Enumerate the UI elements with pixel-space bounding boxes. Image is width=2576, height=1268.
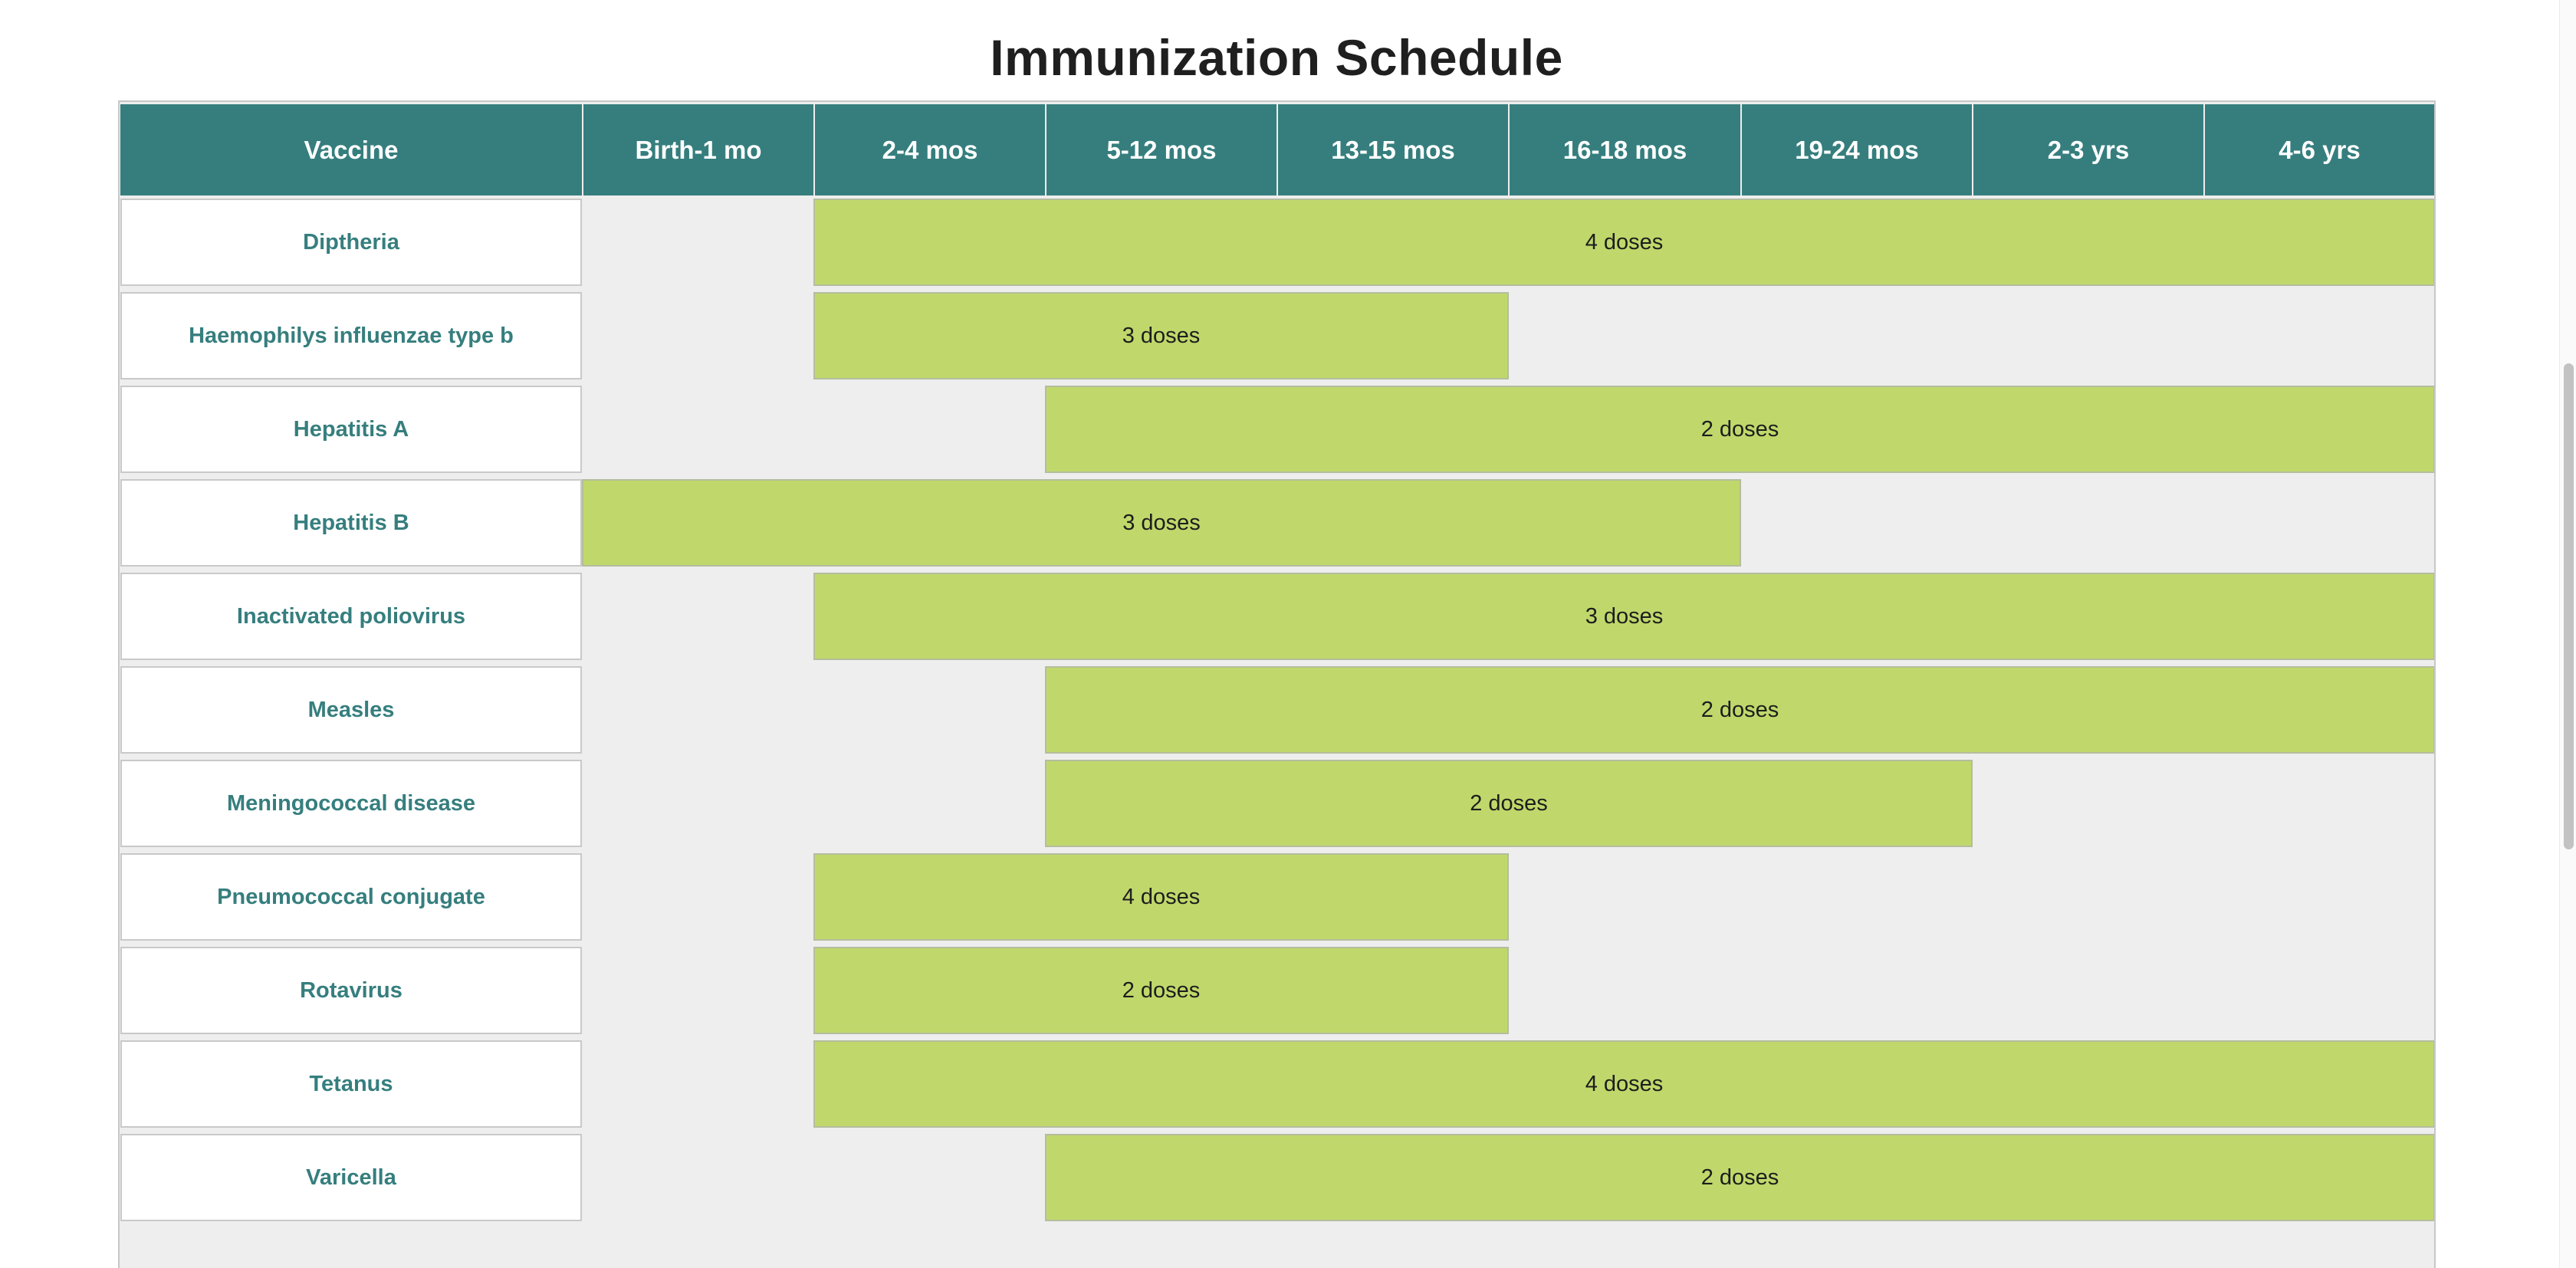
vaccine-name-cell: Pneumococcal conjugate	[120, 853, 582, 941]
dose-bar: 2 doses	[1045, 1134, 2434, 1221]
vaccine-name-cell: Meningococcal disease	[120, 760, 582, 847]
dose-bar: 2 doses	[1045, 666, 2434, 754]
dose-bar: 3 doses	[813, 573, 2434, 660]
immunization-schedule-grid: Vaccine Birth-1 mo 2-4 mos 5-12 mos 13-15 mo…	[118, 100, 2436, 1268]
dose-bar: 3 doses	[813, 292, 1509, 379]
vaccine-name-cell: Haemophilys influenzae type b	[120, 292, 582, 379]
dose-bar: 4 doses	[813, 1040, 2434, 1128]
vaccine-name-cell: Inactivated poliovirus	[120, 573, 582, 660]
dose-bar: 4 doses	[813, 199, 2434, 286]
column-header-5: 16-18 mos	[1510, 104, 1740, 195]
vaccine-name-cell: Hepatitis A	[120, 386, 582, 473]
dose-bar: 4 doses	[813, 853, 1509, 941]
page-title: Immunization Schedule	[990, 29, 1563, 86]
page: Immunization Schedule Vaccine Birth-1 mo 2…	[0, 0, 2576, 1268]
dose-bar: 2 doses	[813, 947, 1509, 1034]
scrollbar-thumb[interactable]	[2564, 363, 2574, 849]
column-header-1: Birth-1 mo	[583, 104, 813, 195]
vaccine-name-cell: Measles	[120, 666, 582, 754]
column-header-2: 2-4 mos	[815, 104, 1045, 195]
column-header-3: 5-12 mos	[1046, 104, 1276, 195]
column-header-0: Vaccine	[120, 104, 582, 195]
column-header-7: 2-3 yrs	[1973, 104, 2203, 195]
vaccine-name-cell: Rotavirus	[120, 947, 582, 1034]
vaccine-name-cell: Hepatitis B	[120, 479, 582, 567]
vertical-scrollbar[interactable]	[2559, 0, 2576, 1268]
dose-bar: 2 doses	[1045, 760, 1973, 847]
dose-bar: 2 doses	[1045, 386, 2434, 473]
vaccine-name-cell: Tetanus	[120, 1040, 582, 1128]
vaccine-name-cell: Diptheria	[120, 199, 582, 286]
column-header-4: 13-15 mos	[1278, 104, 1508, 195]
column-header-6: 19-24 mos	[1742, 104, 1972, 195]
column-header-8: 4-6 yrs	[2205, 104, 2434, 195]
dose-bar: 3 doses	[582, 479, 1741, 567]
vaccine-name-cell: Varicella	[120, 1134, 582, 1221]
